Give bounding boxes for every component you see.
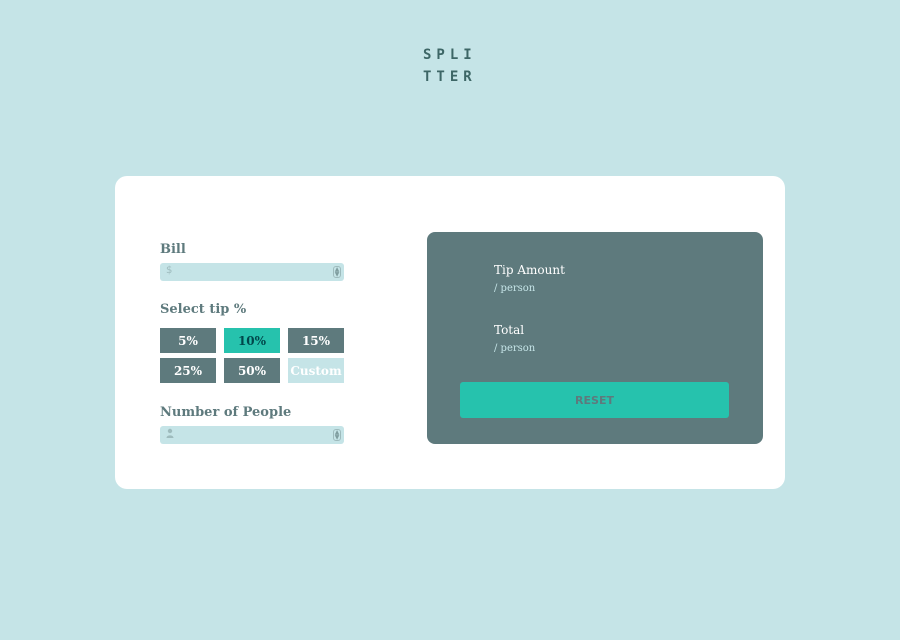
calculator-card: Bill $ ▲ ▼ Select tip % 5% 10% 15% 25% 50… — [115, 176, 785, 489]
app-logo: SPLI TTER — [423, 44, 483, 88]
tip-button-50[interactable]: 50% — [224, 358, 280, 383]
select-tip-label: Select tip % — [160, 302, 247, 317]
total-label: Total — [494, 323, 525, 337]
tip-amount-per-person: / person — [494, 283, 536, 294]
logo-line-2: TTER — [423, 69, 477, 85]
tip-button-25[interactable]: 25% — [160, 358, 216, 383]
tip-button-10[interactable]: 10% — [224, 328, 280, 353]
number-of-people-label: Number of People — [160, 405, 292, 420]
dollar-icon: $ — [166, 265, 173, 276]
results-panel: Tip Amount / person Total / person RESET — [427, 232, 763, 444]
bill-label: Bill — [160, 242, 186, 257]
logo-line-1: SPLI — [423, 47, 477, 63]
bill-input[interactable]: $ ▲ ▼ — [160, 263, 344, 281]
bill-stepper[interactable]: ▲ ▼ — [333, 266, 341, 278]
person-icon — [166, 428, 174, 441]
people-input[interactable]: ▲ ▼ — [160, 426, 344, 444]
total-per-person: / person — [494, 343, 536, 354]
people-stepper[interactable]: ▲ ▼ — [333, 429, 341, 441]
reset-button[interactable]: RESET — [460, 382, 729, 418]
tip-custom-input[interactable]: Custom — [288, 358, 344, 383]
tip-amount-label: Tip Amount — [494, 263, 565, 277]
tip-button-15[interactable]: 15% — [288, 328, 344, 353]
tip-button-5[interactable]: 5% — [160, 328, 216, 353]
